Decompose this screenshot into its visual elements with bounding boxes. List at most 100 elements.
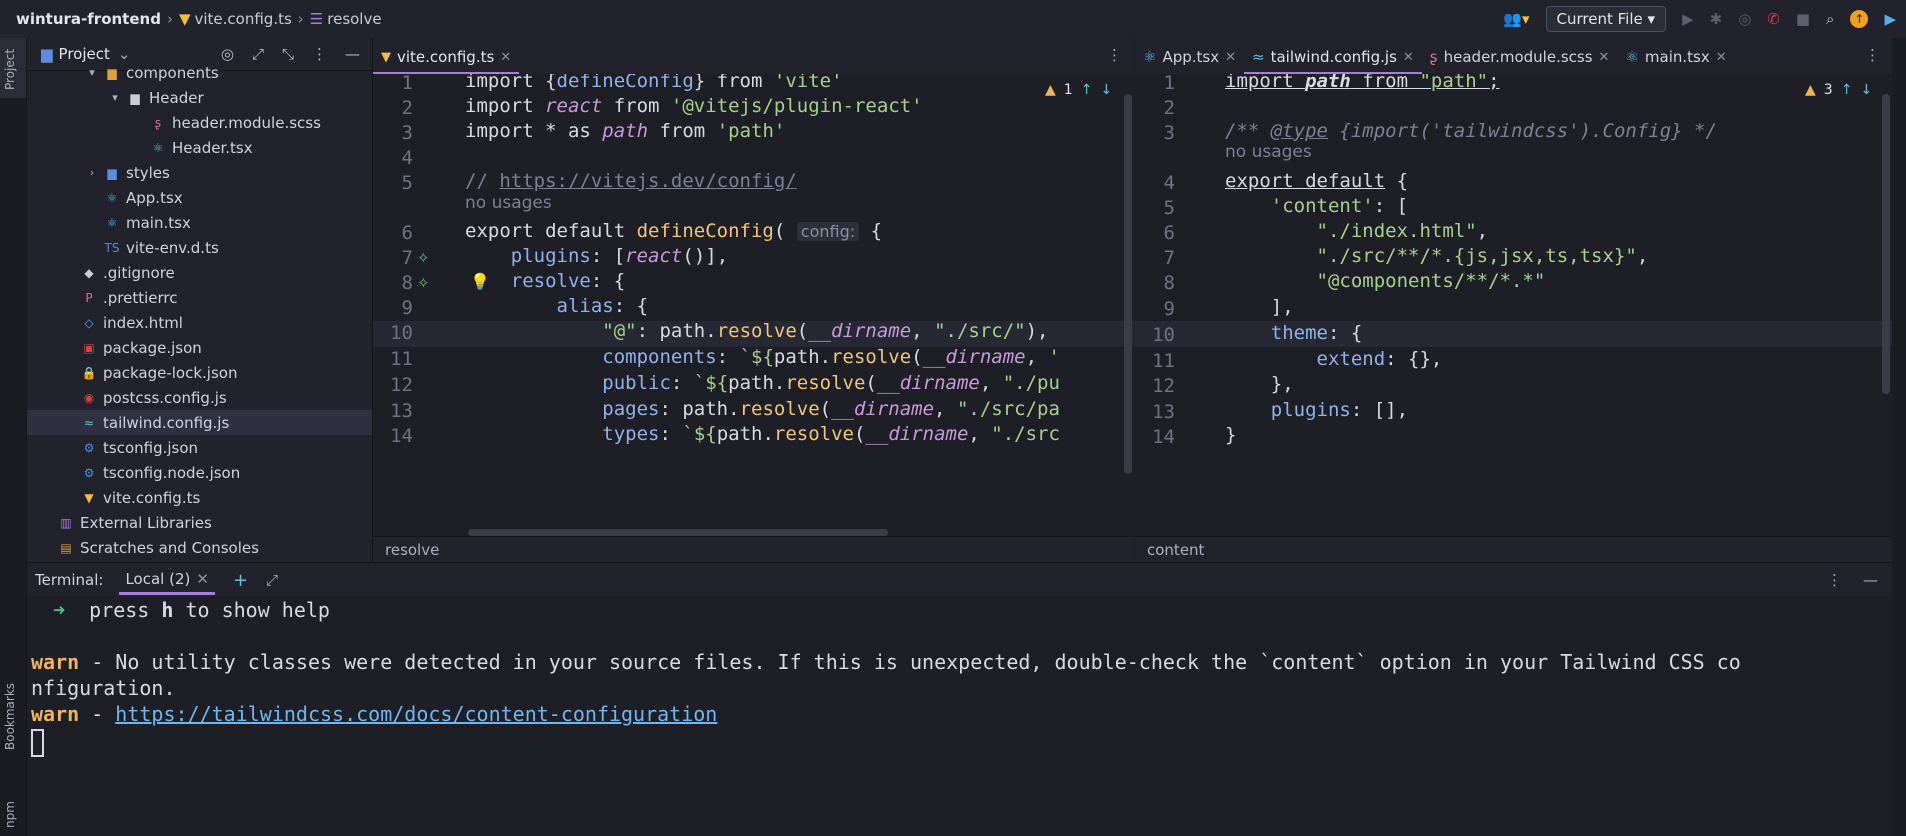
terminal-options-icon[interactable]: ⋮ (1827, 571, 1842, 589)
vertical-scrollbar[interactable] (1882, 94, 1890, 394)
line-number[interactable]: 7 (1135, 247, 1175, 269)
right-editor-breadcrumb[interactable]: content (1135, 536, 1892, 563)
horizontal-scrollbar[interactable] (468, 529, 888, 536)
line-number[interactable]: 3 (1135, 122, 1175, 144)
close-icon[interactable]: ✕ (1403, 50, 1414, 65)
line-number[interactable]: 10 (1135, 324, 1175, 346)
project-tree-item[interactable]: TS vite-env.d.ts (27, 235, 372, 260)
line-number[interactable]: 9 (1135, 298, 1175, 320)
next-highlight-icon[interactable]: ↓ (1100, 82, 1112, 98)
tab-options-icon[interactable]: ⋮ (1107, 46, 1122, 64)
project-tree-item[interactable]: ▾ ▆ components (27, 60, 372, 85)
maximize-icon[interactable]: ⤢ (266, 571, 278, 589)
terminal-output[interactable]: ➜ press h to show help warn - No utility… (27, 596, 1892, 836)
previous-highlight-icon[interactable]: ↑ (1081, 82, 1093, 98)
run-gutter-icon[interactable]: ✧ (417, 249, 430, 267)
close-icon[interactable]: ✕ (196, 570, 209, 588)
line-number[interactable]: 12 (373, 374, 413, 396)
project-tree-item[interactable]: ⚛ Header.tsx (27, 135, 372, 160)
close-icon[interactable]: ✕ (1716, 50, 1727, 65)
line-number[interactable]: 1 (373, 74, 413, 94)
terminal-tab-local[interactable]: Local (2) ✕ (119, 566, 215, 595)
left-code-editor[interactable]: ▲ 1 ↑ ↓ 1 2 3 4 5 6 7 8 9 10 11 12 13 14 import {define… (373, 74, 1134, 536)
line-number[interactable]: 2 (1135, 97, 1175, 119)
terminal-cursor[interactable] (31, 729, 44, 757)
breadcrumb-project[interactable]: wintura-frontend (16, 10, 161, 28)
search-everywhere-icon[interactable]: ⌕ (1826, 10, 1834, 28)
breadcrumb-file[interactable]: vite.config.ts (195, 10, 292, 28)
usages-hint[interactable]: no usages (465, 193, 552, 213)
chevron-down-icon[interactable]: ▾ (108, 91, 122, 104)
line-number[interactable]: 8 (373, 272, 413, 294)
previous-highlight-icon[interactable]: ↑ (1841, 82, 1853, 98)
line-number[interactable]: 10 (373, 322, 413, 344)
close-icon[interactable]: ✕ (1599, 50, 1610, 65)
project-tree-item[interactable]: P .prettierrc (27, 285, 372, 310)
debug-icon[interactable]: ✱ (1710, 10, 1723, 28)
line-number[interactable]: 14 (373, 425, 413, 447)
inspection-widget[interactable]: ▲ 3 ↑ ↓ (1805, 82, 1872, 98)
bookmarks-tool-label[interactable]: Bookmarks (3, 683, 17, 750)
chevron-right-icon[interactable]: › (85, 166, 99, 179)
lightbulb-icon[interactable]: 💡 (470, 272, 490, 291)
line-number[interactable]: 13 (1135, 401, 1175, 423)
line-number[interactable]: 12 (1135, 375, 1175, 397)
editor-tab[interactable]: ≈ tailwind.config.js ✕ (1244, 40, 1422, 75)
usages-hint[interactable]: no usages (1225, 142, 1312, 162)
project-tree-item[interactable]: ʂ header.module.scss (27, 110, 372, 135)
line-number[interactable]: 14 (1135, 426, 1175, 448)
stop-icon[interactable]: ■ (1796, 10, 1810, 28)
vertical-scrollbar[interactable] (1124, 94, 1132, 474)
code-with-me-icon[interactable]: 👥▾ (1503, 10, 1529, 28)
left-editor-breadcrumb[interactable]: resolve (373, 536, 1134, 563)
line-number[interactable]: 5 (1135, 197, 1175, 219)
project-tree-item[interactable]: ◉ postcss.config.js (27, 385, 372, 410)
breadcrumb-symbol[interactable]: resolve (385, 541, 439, 559)
line-number[interactable]: 4 (373, 147, 413, 169)
line-number[interactable]: 2 (373, 97, 413, 119)
tab-vite-config[interactable]: ▼ vite.config.ts ✕ (373, 40, 520, 75)
line-number[interactable]: 7 (373, 247, 413, 269)
line-number[interactable]: 5 (373, 172, 413, 194)
project-tree-item[interactable]: ⚛ App.tsx (27, 185, 372, 210)
line-number[interactable]: 6 (1135, 222, 1175, 244)
close-icon[interactable]: ✕ (500, 50, 511, 65)
editor-tab[interactable]: ⚛ App.tsx ✕ (1135, 40, 1244, 74)
update-icon[interactable]: ↑ (1850, 10, 1869, 28)
project-tree-item[interactable]: ◆ .gitignore (27, 260, 372, 285)
project-tree-item[interactable]: ▾ ▆ Header (27, 85, 372, 110)
npm-tool-label[interactable]: npm (3, 801, 17, 828)
run-icon[interactable]: ▶ (1682, 10, 1694, 28)
run-gutter-icon[interactable]: ✧ (417, 274, 430, 292)
project-tree-item[interactable]: › ▆ styles (27, 160, 372, 185)
line-number[interactable]: 3 (373, 122, 413, 144)
line-number[interactable]: 13 (373, 400, 413, 422)
chevron-down-icon[interactable]: ▾ (85, 66, 99, 79)
ai-assistant-icon[interactable]: ▶ (1884, 10, 1896, 28)
hide-terminal-icon[interactable]: — (1863, 571, 1878, 589)
editor-tab[interactable]: ⚛ main.tsx ✕ (1617, 40, 1734, 74)
line-number[interactable]: 6 (373, 222, 413, 244)
run-configuration-dropdown[interactable]: Current File ▾ (1545, 6, 1667, 32)
line-number[interactable]: 8 (1135, 272, 1175, 294)
line-number[interactable]: 9 (373, 297, 413, 319)
next-highlight-icon[interactable]: ↓ (1860, 82, 1872, 98)
project-tree-item[interactable]: ▥ External Libraries (27, 510, 372, 535)
inspection-widget[interactable]: ▲ 1 ↑ ↓ (1045, 82, 1112, 98)
project-tree-item[interactable]: ▤ Scratches and Consoles (27, 535, 372, 560)
breadcrumb-symbol[interactable]: resolve (327, 10, 381, 28)
project-tool-label[interactable]: Project (3, 49, 17, 90)
project-tree-item[interactable]: ≈ tailwind.config.js (27, 410, 372, 435)
line-number[interactable]: 1 (1135, 74, 1175, 94)
docs-link[interactable]: https://tailwindcss.com/docs/content-con… (115, 702, 717, 726)
editor-tab[interactable]: ʂ header.module.scss ✕ (1422, 40, 1618, 74)
new-terminal-icon[interactable]: + (233, 570, 248, 591)
project-tree-item[interactable]: ▼ vite.config.ts (27, 485, 372, 510)
profiler-icon[interactable]: ✆ (1767, 10, 1780, 28)
project-tree-item[interactable]: 🔒 package-lock.json (27, 360, 372, 385)
line-number[interactable]: 4 (1135, 172, 1175, 194)
close-icon[interactable]: ✕ (1225, 50, 1236, 65)
project-tree-item[interactable]: ◇ index.html (27, 310, 372, 335)
line-number[interactable]: 11 (1135, 350, 1175, 372)
line-number[interactable]: 11 (373, 348, 413, 370)
